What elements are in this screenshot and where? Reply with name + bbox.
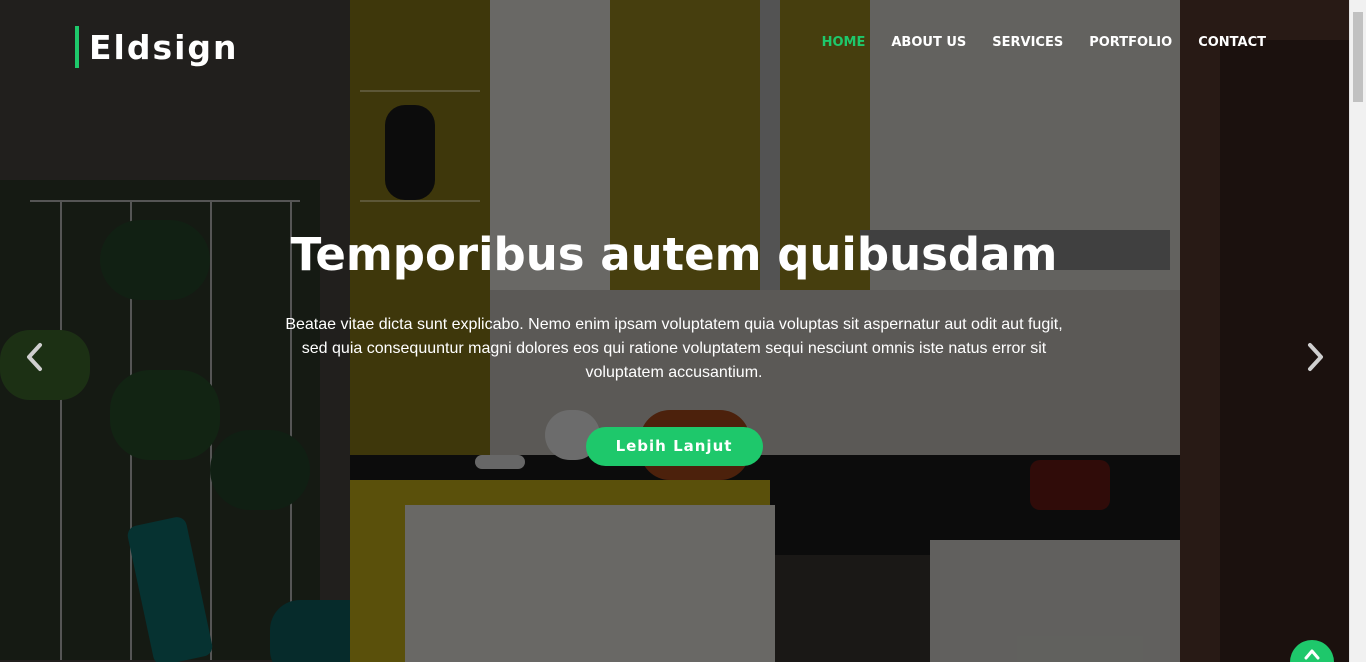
- logo[interactable]: Eldsign: [75, 26, 239, 68]
- logo-text: Eldsign: [89, 27, 239, 67]
- chevron-up-icon: [1304, 649, 1320, 660]
- nav-item-contact[interactable]: CONTACT: [1198, 35, 1266, 50]
- carousel-next-button[interactable]: [1300, 340, 1330, 374]
- nav-item-home[interactable]: HOME: [822, 35, 866, 50]
- learn-more-button[interactable]: Lebih Lanjut: [585, 427, 763, 466]
- hero-description: Beatae vitae dicta sunt explicabo. Nemo …: [285, 316, 1063, 381]
- page-scrollbar[interactable]: [1349, 0, 1366, 662]
- nav-item-services[interactable]: SERVICES: [992, 35, 1063, 50]
- page: Eldsign HOME ABOUT US SERVICES PORTFOLIO…: [0, 0, 1366, 662]
- logo-accent-bar: [75, 26, 79, 68]
- scrollbar-thumb[interactable]: [1353, 12, 1363, 102]
- carousel-prev-button[interactable]: [20, 340, 50, 374]
- hero-content: Temporibus autem quibusdam Beatae vitae …: [270, 225, 1078, 466]
- nav-item-about-us[interactable]: ABOUT US: [891, 35, 966, 50]
- main-nav: HOME ABOUT US SERVICES PORTFOLIO CONTACT: [822, 35, 1266, 50]
- hero-title: Temporibus autem quibusdam: [290, 228, 1058, 281]
- nav-item-portfolio[interactable]: PORTFOLIO: [1089, 35, 1172, 50]
- chevron-right-icon: [1308, 343, 1323, 371]
- chevron-left-icon: [27, 343, 42, 371]
